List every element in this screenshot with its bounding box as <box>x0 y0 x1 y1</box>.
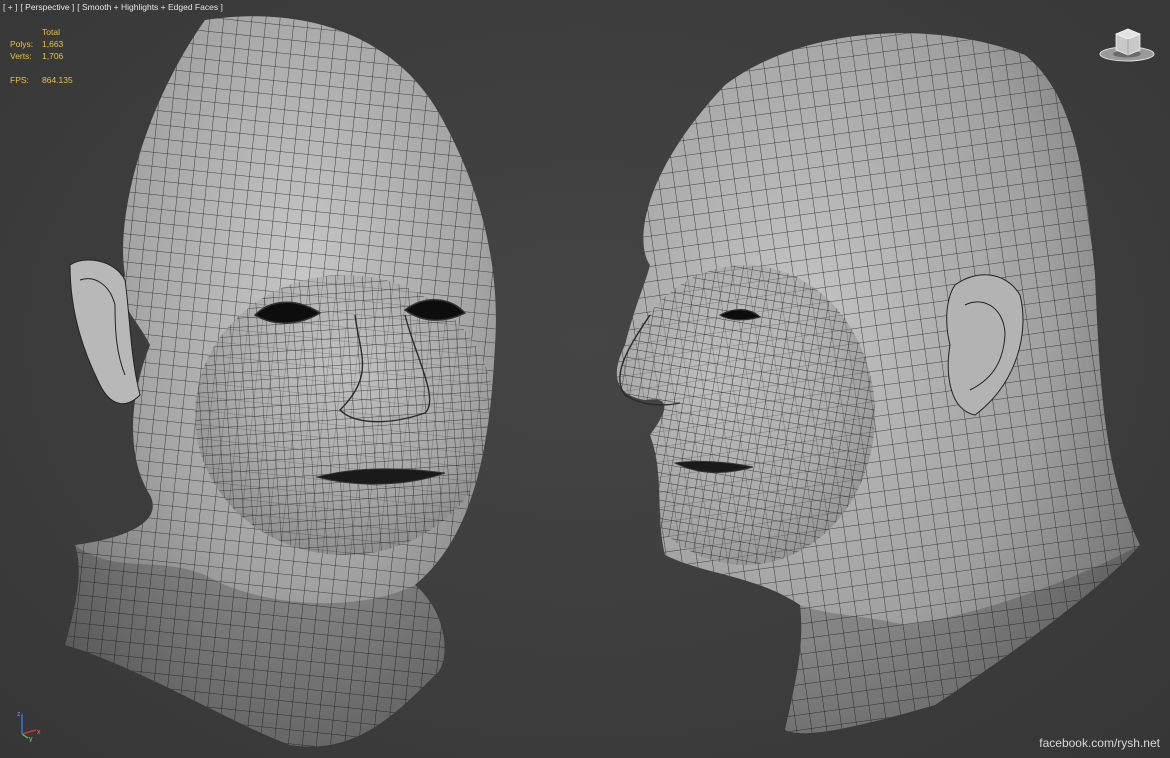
axis-y-label: y <box>29 736 33 742</box>
head-mesh-front[interactable] <box>55 15 555 755</box>
axis-tripod-icon: z x y <box>17 711 41 742</box>
viewport-label-bar: [ + ] [ Perspective ] [ Smooth + Highlig… <box>3 2 223 12</box>
viewcube-icon[interactable] <box>1098 26 1156 64</box>
verts-label: Verts: <box>10 51 32 61</box>
head-front-silhouette <box>65 16 496 747</box>
viewport-pov-menu[interactable]: [ Perspective ] <box>20 2 74 12</box>
head-mesh-side[interactable] <box>605 15 1165 755</box>
fps-label: FPS: <box>10 75 29 85</box>
watermark-text: facebook.com/rysh.net <box>1039 736 1160 750</box>
polys-label: Polys: <box>10 39 34 49</box>
axis-x-label: x <box>37 729 41 736</box>
perspective-viewport[interactable]: [ + ] [ Perspective ] [ Smooth + Highlig… <box>0 0 1170 758</box>
head-side-silhouette <box>616 33 1140 734</box>
viewport-general-menu[interactable]: [ + ] <box>3 2 17 12</box>
viewport-shading-menu[interactable]: [ Smooth + Highlights + Edged Faces ] <box>77 2 223 12</box>
axis-z-label: z <box>17 711 21 718</box>
